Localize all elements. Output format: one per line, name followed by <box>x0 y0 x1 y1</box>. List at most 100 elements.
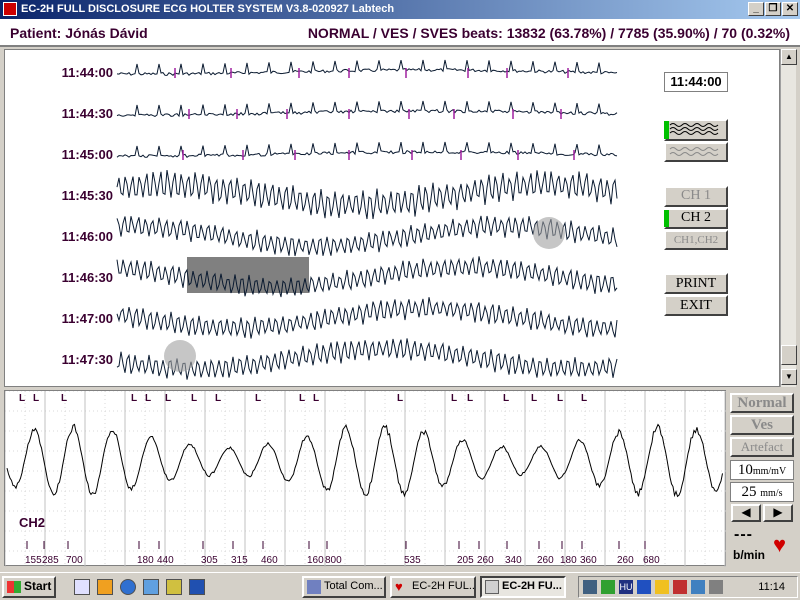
gain-value: 10 <box>737 462 753 478</box>
taskbar: Start Total Com... ♥ EC-2H FUL... EC-2H … <box>0 572 800 600</box>
restore-button[interactable]: ❐ <box>765 2 781 16</box>
rr-interval-value: 700 <box>66 555 83 566</box>
beat-class-mark: L <box>531 393 538 404</box>
rr-interval-value: 460 <box>261 555 278 566</box>
taskbar-item-total-commander[interactable]: Total Com... <box>302 576 386 598</box>
next-page-button[interactable]: ▶ <box>763 504 793 522</box>
cursor-circle <box>533 217 565 249</box>
minimize-button[interactable]: _ <box>748 2 764 16</box>
print-button[interactable]: PRINT <box>664 273 728 294</box>
row-time-label[interactable]: 11:46:30 <box>53 270 113 285</box>
rr-interval-value: 680 <box>643 555 660 566</box>
title-bar[interactable]: EC-2H FULL DISCLOSURE ECG HOLTER SYSTEM … <box>0 0 800 19</box>
media-player-icon[interactable] <box>97 579 113 595</box>
tray-app-icon[interactable] <box>673 580 687 594</box>
ves-class-button[interactable]: Ves <box>730 415 794 435</box>
ecg-row-trace[interactable] <box>116 59 618 76</box>
beat-class-mark: L <box>19 393 26 404</box>
row-time-label[interactable]: 11:46:00 <box>53 229 113 244</box>
row-time-label[interactable]: 11:47:00 <box>53 311 113 326</box>
taskbar-item-ec2h-2[interactable]: EC-2H FU... <box>480 576 566 598</box>
rr-interval-value: 360 <box>580 555 597 566</box>
beat-class-mark: L <box>397 393 404 404</box>
tray-app-icon[interactable] <box>691 580 705 594</box>
tray-app-icon[interactable] <box>655 580 669 594</box>
normal-class-button[interactable]: Normal <box>730 393 794 413</box>
floppy-icon <box>307 580 321 594</box>
row-time-label[interactable]: 11:45:30 <box>53 188 113 203</box>
active-indicator <box>664 210 669 227</box>
beat-class-mark: L <box>313 393 320 404</box>
exit-button[interactable]: EXIT <box>664 295 728 316</box>
ecg-row-trace[interactable] <box>116 297 618 339</box>
overview-scrollbar[interactable]: ▲ ▼ <box>780 49 797 387</box>
gain-unit: mm/mV <box>752 466 787 477</box>
beat-statistics: NORMAL / VES / SVES beats: 13832 (63.78%… <box>307 25 790 41</box>
tray-app-icon[interactable] <box>637 580 651 594</box>
ecg-row-trace[interactable] <box>116 170 618 220</box>
rr-interval-value: 180 <box>137 555 154 566</box>
ecg-detail-strip[interactable]: LLLLLLLLLLLLLLLLLL CH2 155 285 700 180 440 30… <box>4 390 727 567</box>
speed-selector[interactable]: 25 mm/s <box>730 482 794 502</box>
beat-class-mark: L <box>503 393 510 404</box>
show-desktop-icon[interactable] <box>74 579 90 595</box>
rr-interval-value: 440 <box>157 555 174 566</box>
explorer-icon[interactable] <box>166 579 182 595</box>
scroll-up-button[interactable]: ▲ <box>781 49 797 65</box>
scroll-down-button[interactable]: ▼ <box>781 369 797 385</box>
channel-1-button[interactable]: CH 1 <box>664 186 728 207</box>
beat-class-mark: L <box>191 393 198 404</box>
volume-icon[interactable] <box>709 580 723 594</box>
row-time-label[interactable]: 11:45:00 <box>53 147 113 162</box>
rr-interval-value: 800 <box>325 555 342 566</box>
channel-both-button[interactable]: CH1,CH2 <box>664 230 728 250</box>
selection-highlight[interactable] <box>187 257 309 293</box>
ecg-row-trace[interactable] <box>116 141 618 158</box>
display-mode-dense-button[interactable] <box>664 119 728 141</box>
rr-interval-value: 260 <box>537 555 554 566</box>
network-icon[interactable] <box>583 580 597 594</box>
taskbar-item-ec2h-1[interactable]: ♥ EC-2H FUL... <box>390 576 476 598</box>
heart-icon: ♥ <box>773 532 787 557</box>
task-label: EC-2H FUL... <box>412 580 476 592</box>
beat-class-mark: L <box>61 393 68 404</box>
heart-rate-value: --- <box>734 526 753 543</box>
channel-label: CH2 <box>19 515 46 530</box>
wave-sparse-icon <box>669 147 719 156</box>
previous-page-button[interactable]: ◀ <box>731 504 761 522</box>
tray-app-icon[interactable] <box>601 580 615 594</box>
ecg-row-trace[interactable] <box>116 100 618 118</box>
row-time-label[interactable]: 11:44:00 <box>53 65 113 80</box>
display-mode-sparse-button[interactable] <box>664 142 728 162</box>
rr-interval-value: 315 <box>231 555 248 566</box>
heart-rate-unit: b/min <box>733 548 765 562</box>
scroll-thumb[interactable] <box>781 345 797 365</box>
rr-interval-value: 285 <box>42 555 59 566</box>
outlook-icon[interactable] <box>143 579 159 595</box>
beat-class-mark: L <box>145 393 152 404</box>
artefact-class-button[interactable]: Artefact <box>730 437 794 457</box>
speed-unit: mm/s <box>760 488 783 499</box>
task-label: EC-2H FU... <box>502 580 562 592</box>
beat-class-mark: L <box>557 393 564 404</box>
rr-interval-value: 205 <box>457 555 474 566</box>
system-tray: HU 11:14 <box>578 576 798 598</box>
beat-class-mark: L <box>255 393 262 404</box>
word-icon[interactable] <box>189 579 205 595</box>
internet-explorer-icon[interactable] <box>120 579 136 595</box>
rr-interval-value: 340 <box>505 555 522 566</box>
gain-selector[interactable]: 10mm/mV <box>730 460 794 480</box>
beat-class-mark: L <box>165 393 172 404</box>
row-time-label[interactable]: 11:47:30 <box>53 352 113 367</box>
language-hu-icon[interactable]: HU <box>619 580 633 594</box>
rr-interval-value: 305 <box>201 555 218 566</box>
close-button[interactable]: ✕ <box>782 2 798 16</box>
rr-interval-value: 155 <box>25 555 42 566</box>
start-button[interactable]: Start <box>2 576 56 598</box>
row-time-label[interactable]: 11:44:30 <box>53 106 113 121</box>
channel-2-button[interactable]: CH 2 <box>664 208 728 229</box>
wave-dense-icon <box>669 123 719 135</box>
heart-app-icon: ♥ <box>395 579 403 594</box>
rr-interval-value: 535 <box>404 555 421 566</box>
clock: 11:14 <box>758 581 785 593</box>
